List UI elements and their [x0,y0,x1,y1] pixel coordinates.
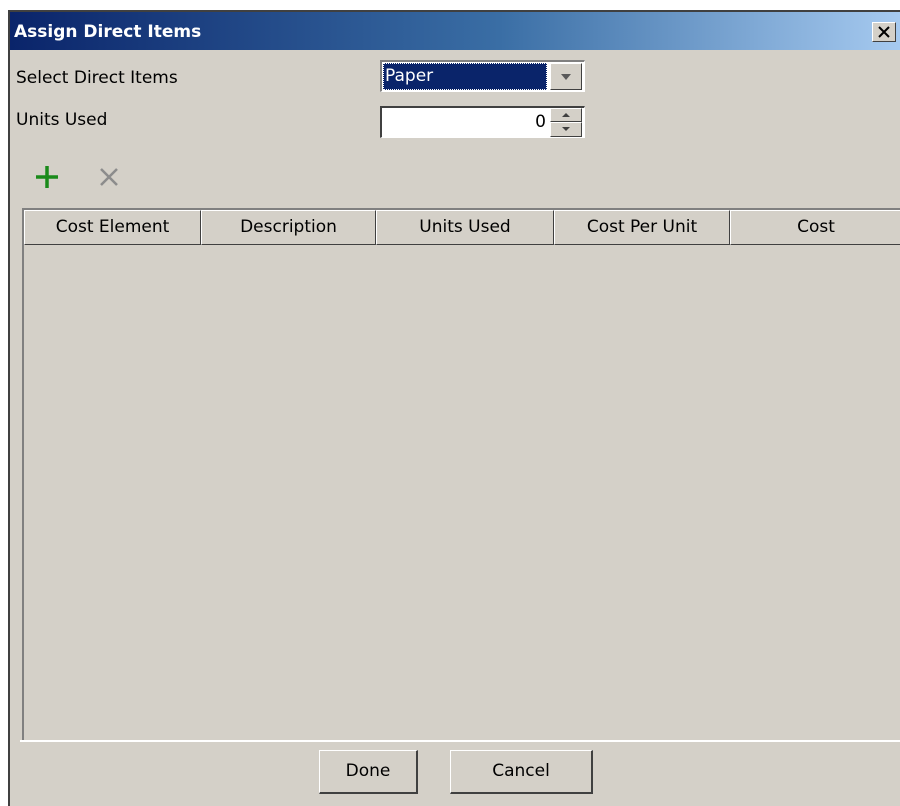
assign-direct-items-dialog: Assign Direct Items Select Direct Items … [8,10,900,806]
direct-items-select[interactable]: Paper [380,60,585,92]
title-bar[interactable]: Assign Direct Items [10,12,900,50]
bottom-divider [20,740,900,742]
units-decrement-button[interactable] [550,122,582,137]
cost-items-table: Cost Element Description Units Used Cost… [22,208,900,740]
x-icon [100,168,118,186]
close-button[interactable] [872,22,896,42]
chevron-down-icon [561,74,571,80]
arrow-down-icon [562,127,570,131]
delete-item-button[interactable] [96,164,122,190]
cancel-button[interactable]: Cancel [450,750,593,794]
column-header-description[interactable]: Description [201,210,376,245]
table-body[interactable] [24,245,900,740]
plus-icon [36,166,58,188]
column-header-cost[interactable]: Cost [730,210,900,245]
units-used-label: Units Used [16,110,108,130]
direct-items-dropdown-button[interactable] [550,63,582,90]
table-header: Cost Element Description Units Used Cost… [24,210,900,245]
arrow-up-icon [562,113,570,117]
column-header-cost-per-unit[interactable]: Cost Per Unit [554,210,730,245]
units-used-stepper[interactable]: 0 [380,106,585,138]
dialog-title: Assign Direct Items [14,22,202,42]
direct-items-selected-value[interactable]: Paper [383,63,547,90]
add-item-button[interactable] [32,162,62,192]
direct-items-label: Select Direct Items [16,68,178,88]
column-header-units-used[interactable]: Units Used [376,210,554,245]
units-increment-button[interactable] [550,108,582,122]
done-button[interactable]: Done [319,750,418,794]
close-icon [878,26,890,38]
column-header-cost-element[interactable]: Cost Element [24,210,201,245]
units-used-input[interactable]: 0 [382,108,548,137]
